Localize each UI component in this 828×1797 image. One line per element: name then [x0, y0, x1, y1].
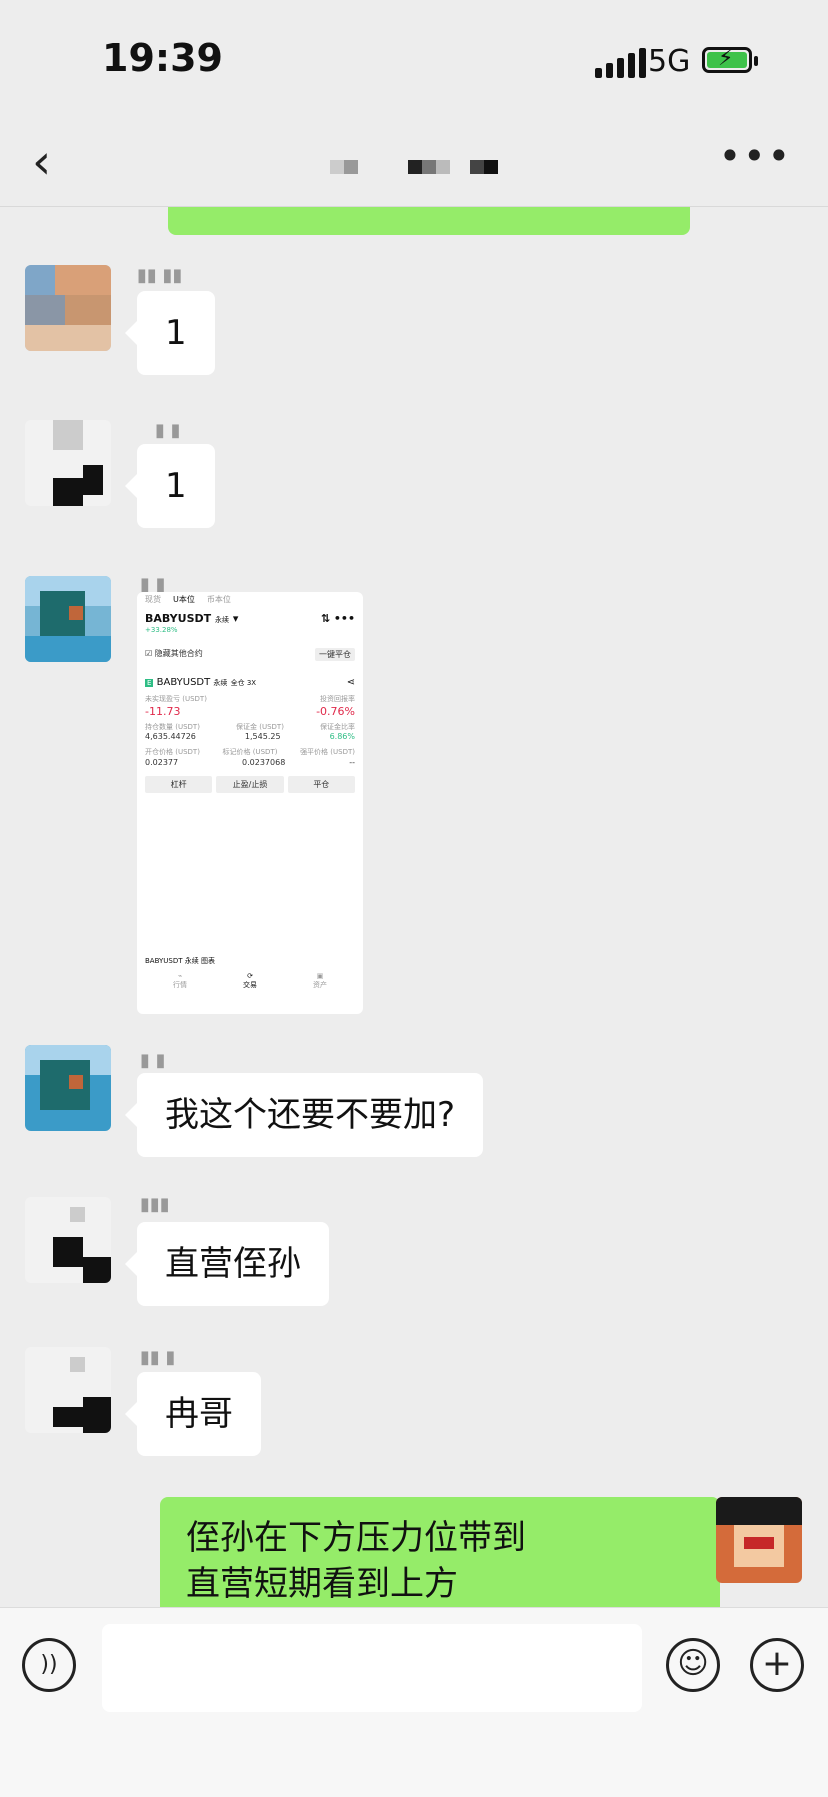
my-avatar[interactable] [716, 1497, 802, 1583]
field-value: 4,635.44726 [145, 732, 196, 741]
signal-icon [595, 48, 646, 78]
status-time: 19:39 [102, 36, 223, 80]
voice-icon[interactable]: )) [22, 1638, 76, 1692]
sender-name: ▮▮▮ [140, 1194, 170, 1215]
message-bubble[interactable]: 冉哥 [125, 1372, 261, 1456]
plus-icon[interactable]: + [750, 1638, 804, 1692]
nav-trade[interactable]: ⟳ 交易 [243, 972, 257, 990]
message-bubble[interactable]: 1 [125, 291, 215, 375]
message-bubble[interactable]: 我这个还要不要加? [124, 1073, 484, 1157]
image-message[interactable]: 现货 U本位 币本位 BABYUSDT 永续 ▾ ⇅ ••• +33.28% ☑… [137, 592, 363, 1014]
chat-header: ‹ ••• [0, 120, 828, 207]
market-icon: ⌁ [177, 972, 183, 980]
chat-messages[interactable]: ▮▮ ▮▮ 1 ▮ ▮ 1 ▮ ▮ 现货 U本位 币本位 BABYUSDT 永续… [0, 207, 828, 1607]
emoji-icon[interactable]: ☺ [666, 1638, 720, 1692]
position-symbol: BABYUSDT [156, 677, 211, 688]
chart-link[interactable]: BABYUSDT 永续 图表 [145, 956, 355, 966]
field-label: 保证金比率 [320, 723, 355, 731]
blurred-title [330, 144, 498, 182]
message-line: 直营短期看到上方 [186, 1564, 458, 1604]
sender-name: ▮ ▮ [155, 420, 181, 441]
position-tag: 全仓 3X [230, 679, 257, 687]
field-value: 1,545.25 [244, 732, 281, 741]
trade-icon: ⟳ [247, 972, 253, 980]
message-bubble[interactable]: 1 [125, 444, 215, 528]
hide-other-checkbox[interactable]: ☑ [145, 649, 152, 658]
field-label: 持仓数量 (USDT) [145, 723, 200, 731]
wallet-icon: ▣ [316, 972, 324, 980]
status-bar: 19:39 5G ⚡ [0, 0, 828, 120]
pair-name: BABYUSDT [145, 612, 212, 625]
close-position-button[interactable]: 平仓 [287, 776, 355, 793]
sender-name: ▮▮ ▮ [140, 1347, 176, 1368]
tab: U本位 [173, 595, 195, 604]
message-input[interactable] [102, 1624, 642, 1712]
avatar[interactable] [25, 1197, 111, 1283]
message-bubble[interactable]: 直营侄孙 [125, 1222, 329, 1306]
field-label: 未实现盈亏 (USDT) [145, 695, 207, 703]
price-change: +33.28% [145, 626, 178, 634]
avatar[interactable] [25, 420, 111, 506]
field-value: 0.02377 [145, 758, 179, 767]
tab: 币本位 [206, 595, 231, 604]
avatar[interactable] [25, 576, 111, 662]
nav-assets[interactable]: ▣ 资产 [313, 972, 327, 990]
field-label: 开仓价格 (USDT) [145, 748, 200, 756]
chat-title [0, 142, 828, 182]
field-value: -0.76% [316, 705, 355, 718]
tab: 现货 [145, 595, 161, 604]
tp-sl-button[interactable]: 止盈/止损 [216, 776, 284, 793]
nav-market[interactable]: ⌁ 行情 [173, 972, 187, 990]
network-type: 5G [648, 44, 691, 79]
share-icon[interactable]: ⋖ [347, 677, 355, 688]
message-line: 侄孙在下方压力位带到 [186, 1518, 526, 1558]
avatar[interactable] [25, 1045, 111, 1131]
field-value: 6.86% [329, 732, 355, 741]
field-value: 0.0237068 [242, 758, 286, 767]
field-value: -11.73 [145, 705, 181, 718]
more-icon[interactable]: ••• [719, 134, 792, 178]
field-value: -- [349, 758, 355, 767]
avatar[interactable] [25, 265, 111, 351]
pair-type: 永续 [214, 616, 229, 624]
field-label: 标记价格 (USDT) [222, 748, 278, 756]
leverage-button[interactable]: 杠杆 [145, 776, 213, 793]
close-all-button[interactable]: 一键平仓 [315, 648, 355, 661]
sender-name: ▮▮ ▮▮ [137, 265, 183, 286]
battery-icon: ⚡ [702, 46, 758, 73]
partial-message [168, 207, 690, 235]
field-label: 保证金 (USDT) [236, 723, 284, 731]
message-bubble-self[interactable]: 侄孙在下方压力位带到 直营短期看到上方 [160, 1497, 732, 1607]
sender-name: ▮ ▮ [140, 1050, 166, 1071]
field-label: 投资回报率 [320, 695, 355, 703]
field-label: 强平价格 (USDT) [300, 748, 355, 756]
avatar[interactable] [25, 1347, 111, 1433]
input-bar: )) ☺ + [0, 1607, 828, 1797]
hide-other-label: 隐藏其他合约 [154, 649, 203, 658]
position-tag: 永续 [213, 679, 228, 687]
